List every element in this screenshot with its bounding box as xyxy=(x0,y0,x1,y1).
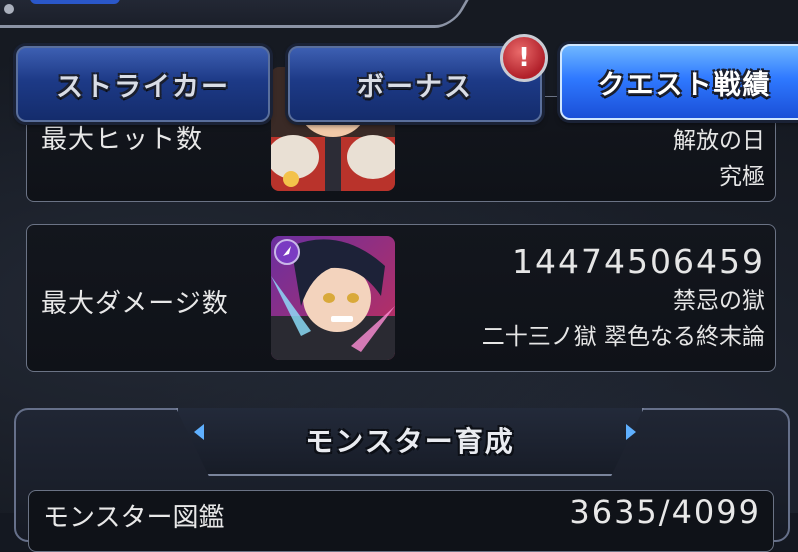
record-damage-value: 14474506459 xyxy=(512,242,765,281)
tab-quest-record[interactable]: クエスト戦績 xyxy=(560,44,798,120)
record-quest-name: 禁忌の獄 xyxy=(673,288,765,314)
monster-book-row: モンスター図鑑 3635/4099 xyxy=(28,490,774,552)
top-header-chip xyxy=(30,0,120,4)
top-header-dot xyxy=(4,4,14,14)
section-title: モンスター育成 xyxy=(305,425,515,458)
record-quest-name: 解放の日 xyxy=(673,128,765,154)
record-quest-stage: 二十三ノ獄 翠色なる終末論 xyxy=(481,324,765,350)
monster-book-value: 3635/4099 xyxy=(569,493,761,531)
record-card-max-damage: 最大ダメージ数 14474506459 禁忌の獄 二十三ノ獄 翠色なる終末論 xyxy=(26,224,776,372)
record-details: 解放の日 究極 xyxy=(673,123,765,195)
section-title-plate: モンスター育成 xyxy=(176,408,644,476)
record-label: 最大ヒット数 xyxy=(41,125,204,155)
monster-portrait-image xyxy=(271,236,395,360)
accent-left-icon xyxy=(194,424,204,440)
monster-book-label: モンスター図鑑 xyxy=(43,503,225,533)
section-monster-training: モンスター育成 モンスター図鑑 3635/4099 xyxy=(14,408,790,552)
bonus-alert-badge: ! xyxy=(500,34,548,82)
tab-striker[interactable]: ストライカー xyxy=(16,46,270,122)
monster-thumbnail[interactable] xyxy=(271,236,395,360)
top-header-bar xyxy=(0,0,487,28)
accent-right-icon xyxy=(626,424,636,440)
record-label: 最大ダメージ数 xyxy=(41,289,229,319)
record-details: 14474506459 禁忌の獄 二十三ノ獄 翠色なる終末論 xyxy=(482,241,765,355)
record-quest-difficulty: 究極 xyxy=(719,164,765,190)
